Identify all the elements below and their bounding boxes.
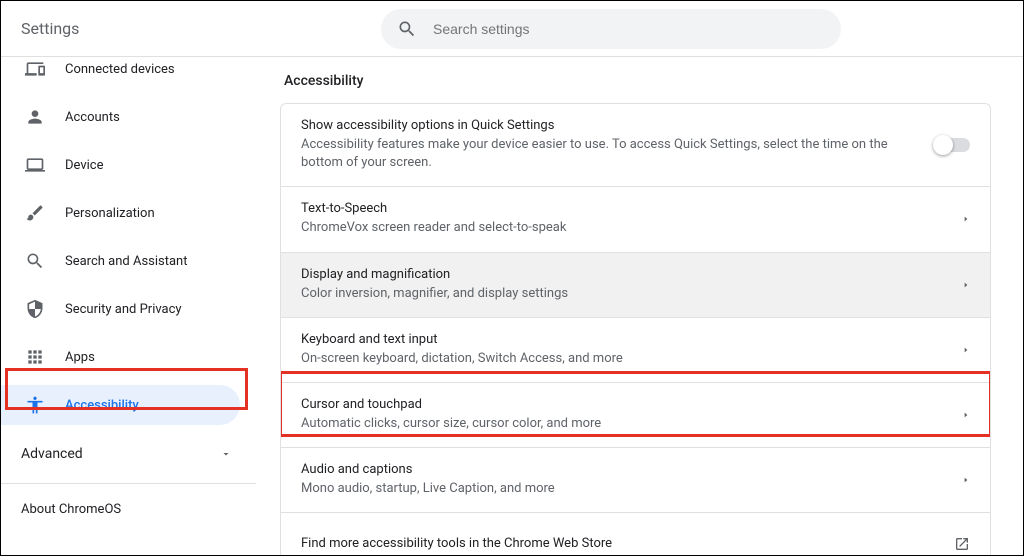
row-cursor-touchpad[interactable]: Cursor and touchpad Automatic clicks, cu… bbox=[281, 383, 990, 448]
person-icon bbox=[25, 107, 45, 127]
shield-icon bbox=[25, 299, 45, 319]
sidebar-item-label: Device bbox=[65, 158, 104, 173]
sidebar-item-apps[interactable]: Apps bbox=[1, 337, 240, 377]
accessibility-icon bbox=[25, 395, 45, 415]
sidebar-advanced[interactable]: Advanced bbox=[1, 433, 256, 473]
row-quick-settings[interactable]: Show accessibility options in Quick Sett… bbox=[281, 104, 990, 187]
row-text: Keyboard and text input On-screen keyboa… bbox=[301, 332, 962, 368]
row-subtitle: Accessibility features make your device … bbox=[301, 136, 924, 172]
layout: Connected devices Accounts Device Person… bbox=[1, 57, 1023, 555]
search-input[interactable] bbox=[433, 21, 825, 37]
sidebar-item-accessibility[interactable]: Accessibility bbox=[1, 385, 240, 425]
sidebar-item-connected-devices[interactable]: Connected devices bbox=[1, 49, 240, 89]
toggle-off[interactable] bbox=[936, 138, 970, 152]
brush-icon bbox=[25, 203, 45, 223]
sidebar: Connected devices Accounts Device Person… bbox=[1, 57, 256, 555]
page-title: Settings bbox=[21, 19, 79, 38]
row-text: Find more accessibility tools in the Chr… bbox=[301, 536, 954, 551]
sidebar-item-label: Connected devices bbox=[65, 62, 175, 77]
row-title: Audio and captions bbox=[301, 462, 962, 477]
row-keyboard-text[interactable]: Keyboard and text input On-screen keyboa… bbox=[281, 318, 990, 383]
row-text: Audio and captions Mono audio, startup, … bbox=[301, 462, 962, 498]
row-title: Text-to-Speech bbox=[301, 201, 962, 216]
row-text-to-speech[interactable]: Text-to-Speech ChromeVox screen reader a… bbox=[281, 187, 990, 252]
divider bbox=[1, 483, 256, 484]
row-title: Cursor and touchpad bbox=[301, 397, 962, 412]
sidebar-item-security-privacy[interactable]: Security and Privacy bbox=[1, 289, 240, 329]
laptop-icon bbox=[25, 155, 45, 175]
search-icon bbox=[397, 19, 417, 39]
sidebar-item-label: Search and Assistant bbox=[65, 254, 188, 269]
chevron-right-icon bbox=[962, 474, 970, 486]
about-label: About ChromeOS bbox=[21, 502, 121, 517]
settings-card: Show accessibility options in Quick Sett… bbox=[280, 103, 991, 555]
sidebar-item-search-assistant[interactable]: Search and Assistant bbox=[1, 241, 240, 281]
chevron-right-icon bbox=[962, 213, 970, 225]
sidebar-item-label: Apps bbox=[65, 350, 95, 365]
chevron-right-icon bbox=[962, 344, 970, 356]
sidebar-item-label: Personalization bbox=[65, 206, 155, 221]
row-subtitle: Color inversion, magnifier, and display … bbox=[301, 285, 962, 303]
sidebar-item-label: Accounts bbox=[65, 110, 120, 125]
chevron-right-icon bbox=[962, 279, 970, 291]
row-text: Display and magnification Color inversio… bbox=[301, 267, 962, 303]
row-subtitle: On-screen keyboard, dictation, Switch Ac… bbox=[301, 350, 962, 368]
apps-icon bbox=[25, 347, 45, 367]
open-external-icon bbox=[954, 536, 970, 552]
row-title: Keyboard and text input bbox=[301, 332, 962, 347]
row-display-magnification[interactable]: Display and magnification Color inversio… bbox=[281, 253, 990, 318]
row-subtitle: Automatic clicks, cursor size, cursor co… bbox=[301, 415, 962, 433]
row-audio-captions[interactable]: Audio and captions Mono audio, startup, … bbox=[281, 448, 990, 513]
sidebar-item-personalization[interactable]: Personalization bbox=[1, 193, 240, 233]
row-text: Show accessibility options in Quick Sett… bbox=[301, 118, 924, 172]
main-content: Accessibility Show accessibility options… bbox=[256, 57, 1023, 555]
sidebar-item-device[interactable]: Device bbox=[1, 145, 240, 185]
chevron-down-icon bbox=[220, 448, 232, 460]
sidebar-about[interactable]: About ChromeOS bbox=[1, 492, 256, 527]
advanced-label: Advanced bbox=[21, 446, 83, 462]
chevron-right-icon bbox=[962, 409, 970, 421]
section-title: Accessibility bbox=[284, 73, 991, 89]
sidebar-item-label: Security and Privacy bbox=[65, 302, 182, 317]
search-box[interactable] bbox=[381, 9, 841, 49]
row-title: Find more accessibility tools in the Chr… bbox=[301, 536, 954, 551]
sidebar-item-label: Accessibility bbox=[65, 398, 139, 413]
devices-icon bbox=[25, 59, 45, 79]
row-text: Cursor and touchpad Automatic clicks, cu… bbox=[301, 397, 962, 433]
row-title: Show accessibility options in Quick Sett… bbox=[301, 118, 924, 133]
search-icon bbox=[25, 251, 45, 271]
row-text: Text-to-Speech ChromeVox screen reader a… bbox=[301, 201, 962, 237]
sidebar-item-accounts[interactable]: Accounts bbox=[1, 97, 240, 137]
row-web-store[interactable]: Find more accessibility tools in the Chr… bbox=[281, 513, 990, 555]
row-subtitle: ChromeVox screen reader and select-to-sp… bbox=[301, 219, 962, 237]
row-title: Display and magnification bbox=[301, 267, 962, 282]
row-subtitle: Mono audio, startup, Live Caption, and m… bbox=[301, 480, 962, 498]
